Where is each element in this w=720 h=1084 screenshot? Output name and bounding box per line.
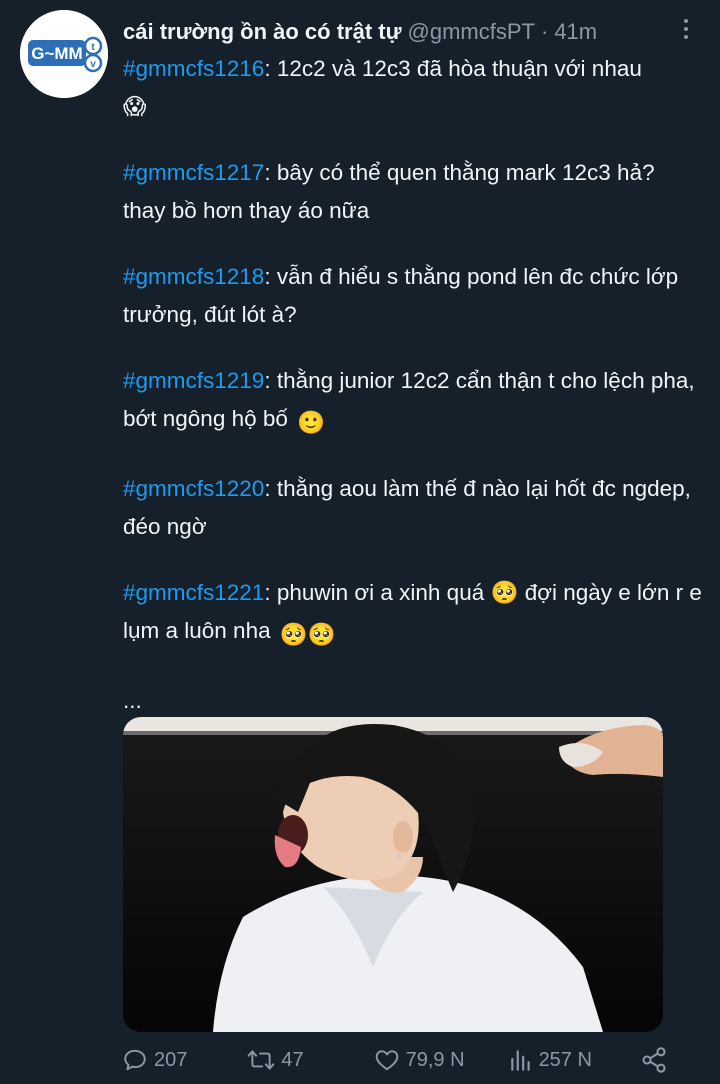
avatar[interactable]: G~MM t v — [20, 10, 108, 98]
pleading-emoji: 🥺🥺 — [279, 622, 336, 647]
share-button[interactable] — [640, 1046, 668, 1074]
tweet-paragraph: #gmmcfs1221: phuwin ơi a xinh quá 🥺 đợi … — [123, 574, 703, 654]
retweet-icon — [248, 1050, 275, 1070]
tweet-paragraph: #gmmcfs1220: thằng aou làm thế đ nào lại… — [123, 470, 703, 546]
hashtag-link[interactable]: #gmmcfs1221 — [123, 580, 264, 605]
svg-text:v: v — [90, 59, 96, 70]
views-button[interactable]: 257 N — [509, 1047, 592, 1073]
reply-icon — [124, 1049, 146, 1071]
tweet-paragraph: #gmmcfs1217: bây có thể quen thằng mark … — [123, 154, 703, 230]
like-icon — [375, 1050, 398, 1071]
svg-text:G~MM: G~MM — [31, 44, 82, 63]
tweet-paragraph: #gmmcfs1216: 12c2 và 12c3 đã hòa thuận v… — [123, 50, 703, 126]
ellipsis-text: ... — [123, 688, 142, 713]
timestamp[interactable]: 41m — [554, 19, 597, 45]
retweet-button[interactable]: 47 — [247, 1047, 304, 1073]
like-button[interactable]: 79,9 N — [374, 1047, 465, 1073]
hashtag-link[interactable]: #gmmcfs1219 — [123, 368, 264, 393]
hashtag-link[interactable]: #gmmcfs1216 — [123, 56, 264, 81]
hashtag-link[interactable]: #gmmcfs1218 — [123, 264, 264, 289]
tweet-text: #gmmcfs1216: 12c2 và 12c3 đã hòa thuận v… — [123, 50, 703, 748]
tweet-header: cái trường ồn ào có trật tự @gmmcfsPT · … — [123, 16, 700, 48]
paragraph-text: : 12c2 và 12c3 đã hòa thuận với nhau — [264, 56, 642, 81]
smile-emoji: 🙂 — [297, 410, 326, 435]
photo-illustration — [123, 717, 663, 1032]
views-count: 257 N — [538, 1048, 592, 1071]
gmmtv-logo: G~MM t v — [20, 10, 108, 98]
reply-count: 207 — [154, 1048, 188, 1071]
user-handle[interactable]: @gmmcfsPT — [408, 19, 535, 45]
retweet-count: 47 — [281, 1048, 304, 1071]
tweet-media-image[interactable] — [123, 717, 663, 1032]
tweet-paragraph: #gmmcfs1219: thằng junior 12c2 cẩn thận … — [123, 362, 703, 442]
hashtag-link[interactable]: #gmmcfs1220 — [123, 476, 264, 501]
scream-emoji: 😱 — [123, 94, 147, 119]
hashtag-link[interactable]: #gmmcfs1217 — [123, 160, 264, 185]
tweet-paragraph: #gmmcfs1218: vẫn đ hiểu s thằng pond lên… — [123, 258, 703, 334]
display-name[interactable]: cái trường ồn ào có trật tự — [123, 19, 402, 45]
tweet-action-bar: 207 47 79,9 N 257 N — [120, 1040, 690, 1080]
more-vertical-icon[interactable] — [676, 14, 696, 44]
views-icon — [510, 1050, 530, 1071]
reply-button[interactable]: 207 — [122, 1047, 187, 1073]
share-icon — [642, 1047, 666, 1073]
separator-dot: · — [540, 19, 549, 44]
like-count: 79,9 N — [405, 1048, 465, 1071]
